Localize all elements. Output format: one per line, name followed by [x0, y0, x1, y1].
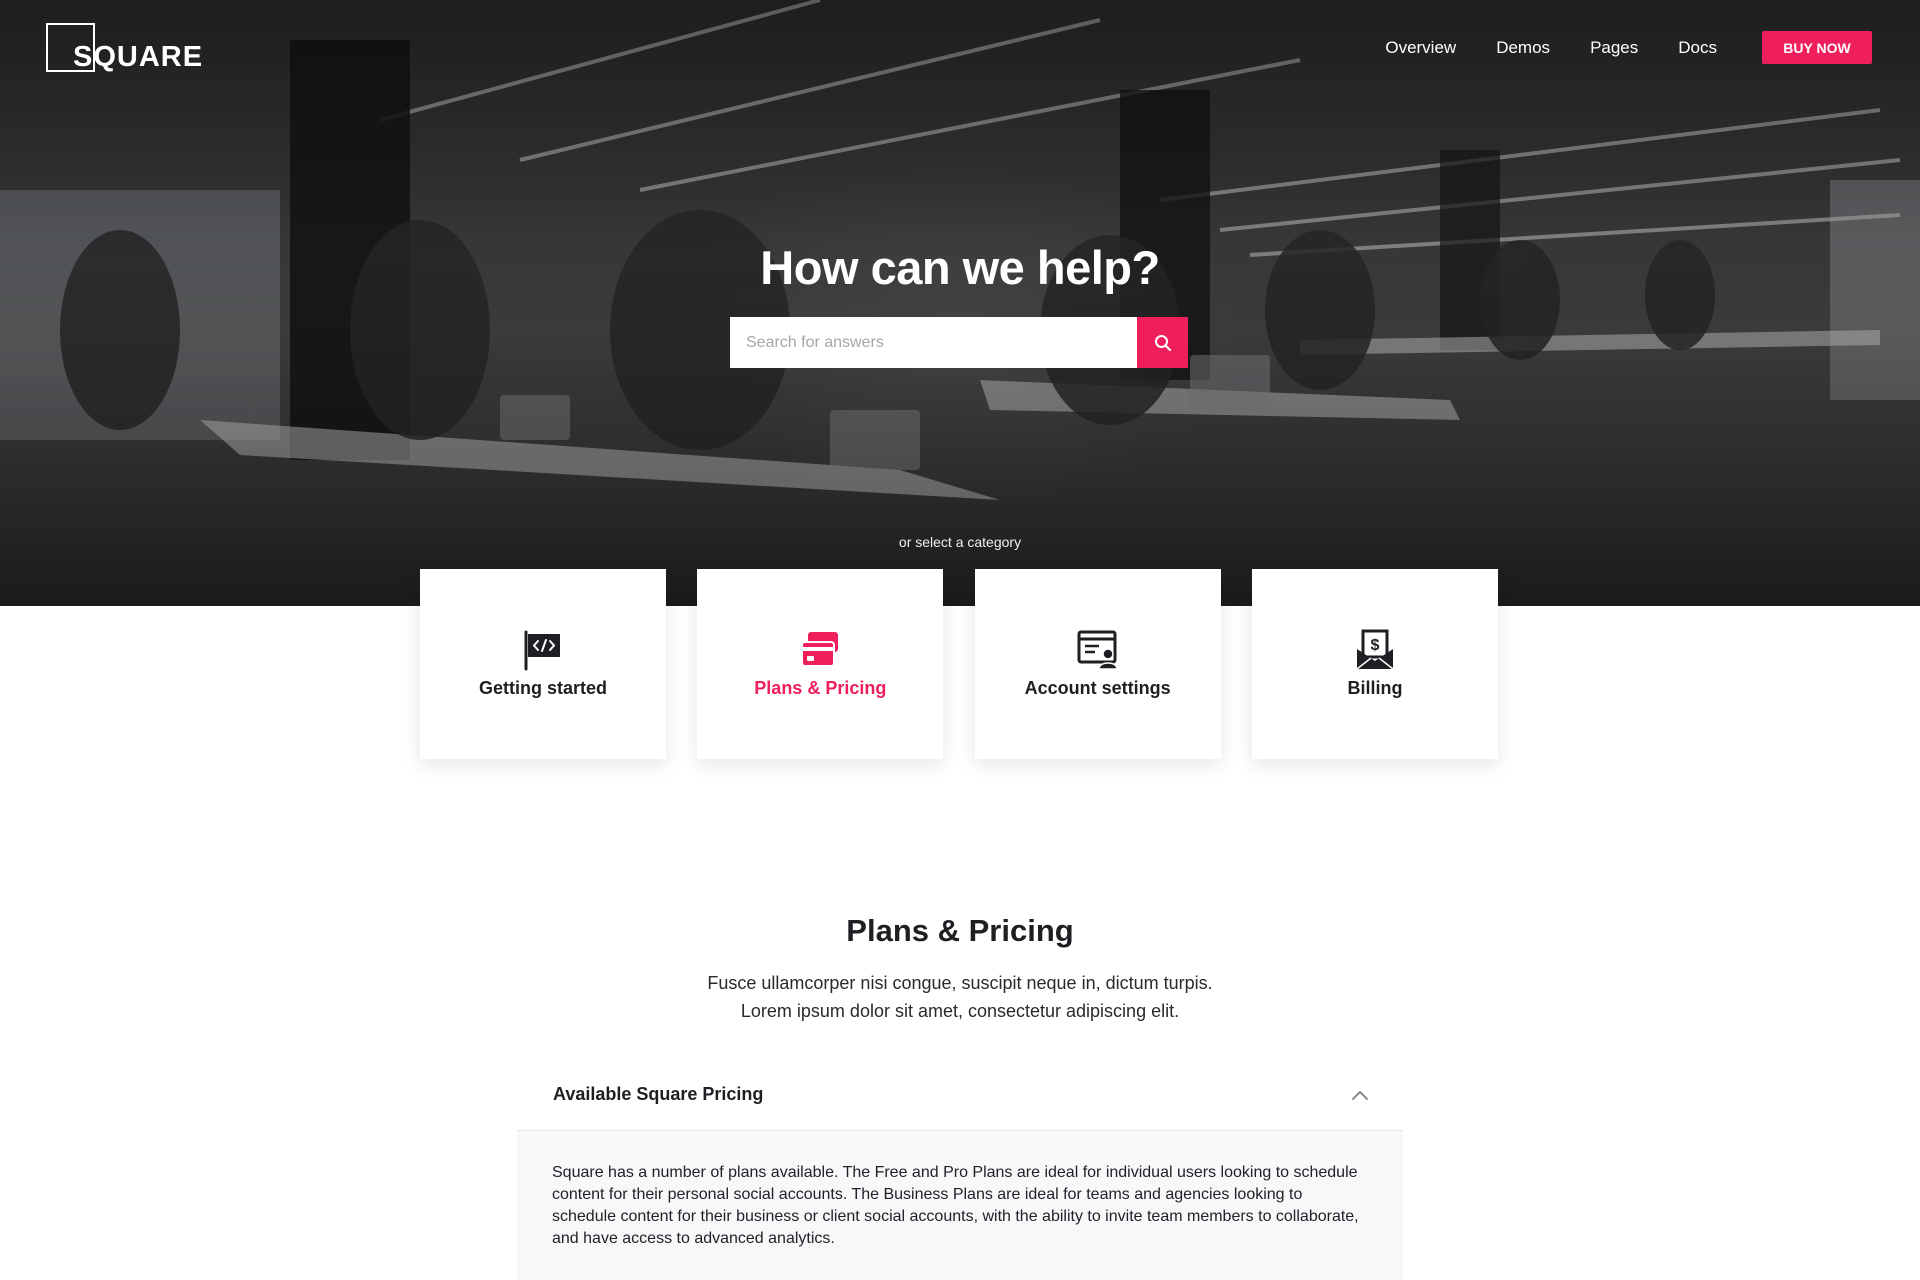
- hero-section: SQUARE Overview Demos Pages Docs BUY NOW…: [0, 0, 1920, 606]
- category-cards: Getting started Plans & Pricing Account: [420, 569, 1498, 759]
- nav-demos[interactable]: Demos: [1496, 38, 1550, 58]
- logo-text: SQUARE: [73, 41, 204, 73]
- account-browser-icon: [1076, 628, 1120, 672]
- category-hint: or select a category: [898, 534, 1022, 550]
- hero-overlay: [0, 0, 1920, 606]
- accordion-title: Available Square Pricing: [553, 1084, 764, 1104]
- category-card-getting-started[interactable]: Getting started: [420, 569, 666, 759]
- search-input[interactable]: [730, 317, 1137, 368]
- main-nav: Overview Demos Pages Docs BUY NOW: [1385, 31, 1872, 64]
- category-card-account-settings[interactable]: Account settings: [974, 569, 1221, 759]
- search-bar: [730, 317, 1188, 368]
- subtitle-line: Lorem ipsum dolor sit amet, consectetur …: [740, 1001, 1180, 1021]
- nav-pages[interactable]: Pages: [1590, 38, 1638, 58]
- chevron-up-icon[interactable]: [1351, 1089, 1369, 1101]
- accordion-body: Square has a number of plans available. …: [517, 1131, 1403, 1280]
- nav-overview[interactable]: Overview: [1385, 38, 1456, 58]
- category-label: Plans & Pricing: [754, 678, 887, 698]
- search-icon: [1154, 334, 1171, 351]
- section-title: Plans & Pricing: [846, 913, 1074, 948]
- accordion-header[interactable]: Available Square Pricing: [517, 1059, 1403, 1131]
- category-label: Billing: [1347, 678, 1403, 698]
- category-label: Getting started: [478, 678, 607, 698]
- nav-docs[interactable]: Docs: [1678, 38, 1717, 58]
- category-label: Account settings: [1024, 678, 1171, 698]
- credit-cards-icon: [798, 628, 842, 672]
- category-card-plans-pricing[interactable]: Plans & Pricing: [697, 569, 944, 759]
- category-card-billing[interactable]: $ Billing: [1251, 569, 1498, 759]
- hero-title: How can we help?: [760, 241, 1160, 294]
- subtitle-line: Fusce ullamcorper nisi congue, suscipit …: [707, 973, 1213, 993]
- code-flag-icon: [521, 628, 565, 672]
- billing-envelope-icon: $: [1353, 628, 1397, 672]
- faq-accordion: Available Square Pricing Square has a nu…: [517, 1059, 1403, 1280]
- brand-logo[interactable]: SQUARE: [46, 23, 216, 75]
- section-subtitle: Fusce ullamcorper nisi congue, suscipit …: [0, 969, 1920, 1025]
- buy-now-button[interactable]: BUY NOW: [1762, 31, 1872, 64]
- search-button[interactable]: [1137, 317, 1188, 368]
- svg-text:$: $: [1371, 637, 1380, 654]
